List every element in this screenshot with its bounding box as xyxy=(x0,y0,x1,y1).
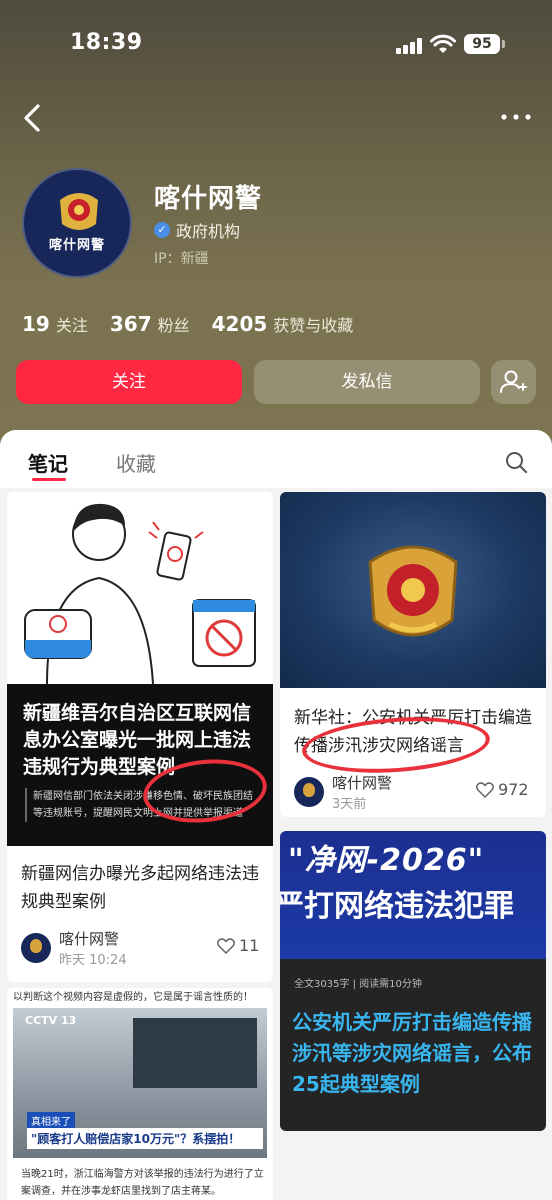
more-options-icon[interactable] xyxy=(498,105,534,129)
post-time: 3天前 xyxy=(332,797,367,812)
illustration-image xyxy=(7,492,273,685)
wifi-icon xyxy=(430,34,456,53)
cellular-signal-icon xyxy=(396,38,422,54)
article-headline: 公安机关严厉打击编造传播涉汛等涉灾网络谣言，公布25起典型案例 xyxy=(292,1010,532,1096)
police-emblem-image xyxy=(280,492,546,688)
author-avatar xyxy=(294,777,324,807)
police-emblem-icon xyxy=(368,545,458,637)
battery-icon: 95 xyxy=(464,34,500,54)
stat-likes[interactable]: 4205 获赞与收藏 xyxy=(212,312,354,336)
tab-notes[interactable]: 笔记 xyxy=(28,448,68,477)
banner-line-2: 严打网络违法犯罪 xyxy=(280,889,514,924)
ticker-tag: 真相来了 xyxy=(27,1112,75,1129)
verification-row: ✓ 政府机构 xyxy=(154,218,240,242)
back-icon[interactable] xyxy=(18,100,48,136)
store-interior xyxy=(133,1018,257,1088)
verification-label: 政府机构 xyxy=(176,222,241,241)
banner-line-1: "净网-2026" xyxy=(288,843,485,878)
verified-check-icon: ✓ xyxy=(154,222,170,238)
heart-icon xyxy=(476,781,494,798)
profile-stats: 19 关注 367 粉丝 4205 获赞与收藏 xyxy=(22,312,375,336)
active-tab-indicator xyxy=(32,478,66,481)
stat-likes-label: 获赞与收藏 xyxy=(273,316,354,335)
profile-name: 喀什网警 xyxy=(154,184,263,214)
heart-icon xyxy=(217,937,235,954)
stat-followers[interactable]: 367 粉丝 xyxy=(110,312,190,336)
note-title: 新疆网信办曝光多起网络违法违规典型案例 xyxy=(21,864,259,912)
avatar-label: 喀什网警 xyxy=(48,238,105,253)
status-bar: 18:39 95 xyxy=(0,0,552,90)
note-card-1[interactable]: 新疆维吾尔自治区互联网信息办公室曝光一批网上违法违规行为典型案例 新疆网信部门依… xyxy=(7,492,273,982)
phone-user-illustration xyxy=(24,503,256,685)
note-author[interactable]: 喀什网警 昨天 10:24 xyxy=(21,928,127,968)
add-user-icon xyxy=(500,370,527,393)
post-time: 昨天 10:24 xyxy=(59,953,127,968)
author-name: 喀什网警 xyxy=(59,930,120,948)
news-ticker: "顾客打人赔偿店家10万元"？系摆拍！ xyxy=(27,1128,263,1149)
add-friend-button[interactable] xyxy=(491,360,536,404)
like-count: 972 xyxy=(498,780,529,799)
like-count: 11 xyxy=(239,936,260,955)
stat-followers-label: 粉丝 xyxy=(157,316,190,335)
follow-button[interactable]: 关注 xyxy=(16,360,242,404)
stat-following-count: 19 xyxy=(22,312,50,336)
stat-following-label: 关注 xyxy=(55,316,88,335)
news-channel-logo: CCTV 13 xyxy=(25,1014,77,1027)
ip-location: IP：新疆 xyxy=(154,251,209,267)
avatar[interactable]: 喀什网警 xyxy=(22,168,132,278)
note-author[interactable]: 喀什网警 3天前 xyxy=(294,772,392,812)
image-top-text: 以判断这个视频内容是虚假的，它是属于谣言性质的！ xyxy=(13,992,253,1003)
news-video-frame: CCTV 13 真相来了 "顾客打人赔偿店家10万元"？系摆拍！ xyxy=(13,1008,267,1158)
note-card-3[interactable]: "净网-2026" 严打网络违法犯罪 全文3035字 | 阅读需10分钟 公安机… xyxy=(280,831,546,1131)
tab-bar: 笔记 收藏 xyxy=(0,430,552,488)
article-meta: 全文3035字 | 阅读需10分钟 xyxy=(294,979,422,990)
stat-following[interactable]: 19 关注 xyxy=(22,312,88,336)
search-icon[interactable] xyxy=(504,450,528,474)
note-card-2[interactable]: 新华社：公安机关严厉打击编造传播涉汛涉灾网络谣言 喀什网警 3天前 972 xyxy=(280,492,546,817)
message-button[interactable]: 发私信 xyxy=(254,360,480,404)
police-badge-icon xyxy=(60,193,98,230)
campaign-banner: "净网-2026" 严打网络违法犯罪 xyxy=(280,831,546,959)
like-button[interactable]: 972 xyxy=(476,780,529,799)
image-caption: 当晚21时，浙江临海警方对该举报的违法行为进行了立案调查，并在涉事龙虾店里找到了… xyxy=(21,1169,264,1197)
article-preview: 全文3035字 | 阅读需10分钟 公安机关严厉打击编造传播涉汛等涉灾网络谣言，… xyxy=(280,959,546,1131)
note-card-4[interactable]: 以判断这个视频内容是虚假的，它是属于谣言性质的！ CCTV 13 真相来了 "顾… xyxy=(7,988,273,1200)
tab-collections[interactable]: 收藏 xyxy=(116,448,156,477)
battery-tip xyxy=(502,40,505,48)
stat-likes-count: 4205 xyxy=(211,312,268,336)
stat-followers-count: 367 xyxy=(109,312,152,336)
status-time: 18:39 xyxy=(70,30,143,55)
author-avatar xyxy=(21,933,51,963)
author-name: 喀什网警 xyxy=(332,774,393,792)
notes-feed: 笔记 收藏 新疆维吾尔自治区互联网信息办公室曝光一批网上违法违规行为典型案例 新… xyxy=(0,430,552,1200)
like-button[interactable]: 11 xyxy=(217,936,259,955)
